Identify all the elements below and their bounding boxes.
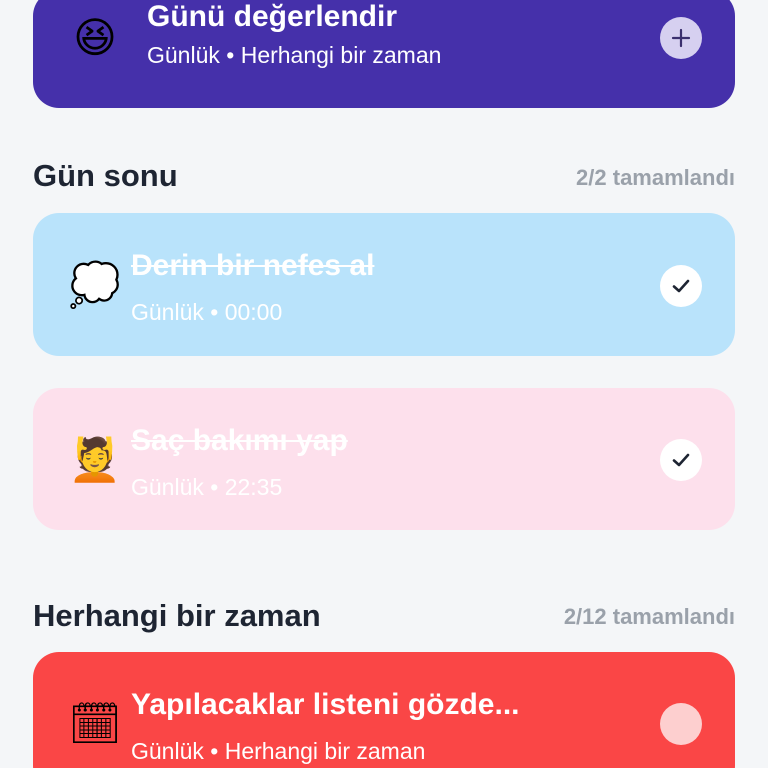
task-card-rate-day[interactable]: 😆 Günü değerlendir Günlük • Herhangi bir… [33, 0, 735, 108]
section-title-anytime: Herhangi bir zaman [33, 598, 321, 633]
laughing-face-icon: 😆 [73, 13, 117, 62]
checkmark-icon [672, 453, 690, 467]
spiral-calendar-icon: 🗓 [68, 699, 122, 748]
section-count-anytime: 2/12 tamamlandı [563, 604, 735, 629]
task-title: Yapılacaklar listeni gözde... [131, 688, 520, 721]
checkmark-icon [672, 279, 690, 293]
task-title: Derin bir nefes al [131, 249, 375, 282]
complete-toggle[interactable] [660, 265, 702, 307]
add-button[interactable] [660, 17, 702, 59]
task-subtitle: Günlük • Herhangi bir zaman [131, 738, 426, 764]
task-subtitle: Günlük • 22:35 [131, 474, 283, 500]
section-count-end-of-day: 2/2 tamamlandı [576, 165, 735, 190]
task-title: Saç bakımı yap [131, 424, 348, 457]
task-title: Günü değerlendir [147, 0, 398, 33]
task-card-hair-care[interactable]: 💆 Saç bakımı yap Günlük • 22:35 [33, 388, 735, 530]
task-card-deep-breath[interactable]: 💭 Derin bir nefes al Günlük • 00:00 [33, 213, 735, 356]
complete-toggle[interactable] [660, 703, 702, 745]
section-title-end-of-day: Gün sonu [33, 158, 178, 193]
habit-list-screen: 😆 Günü değerlendir Günlük • Herhangi bir… [0, 0, 768, 768]
task-card-review-todo[interactable]: 🗓 Yapılacaklar listeni gözde... Günlük •… [33, 652, 735, 768]
task-subtitle: Günlük • Herhangi bir zaman [147, 42, 442, 68]
plus-icon [671, 28, 691, 48]
task-subtitle: Günlük • 00:00 [131, 299, 283, 325]
thought-bubble-icon: 💭 [68, 260, 122, 309]
massage-icon: 💆 [68, 435, 122, 484]
complete-toggle[interactable] [660, 439, 702, 481]
